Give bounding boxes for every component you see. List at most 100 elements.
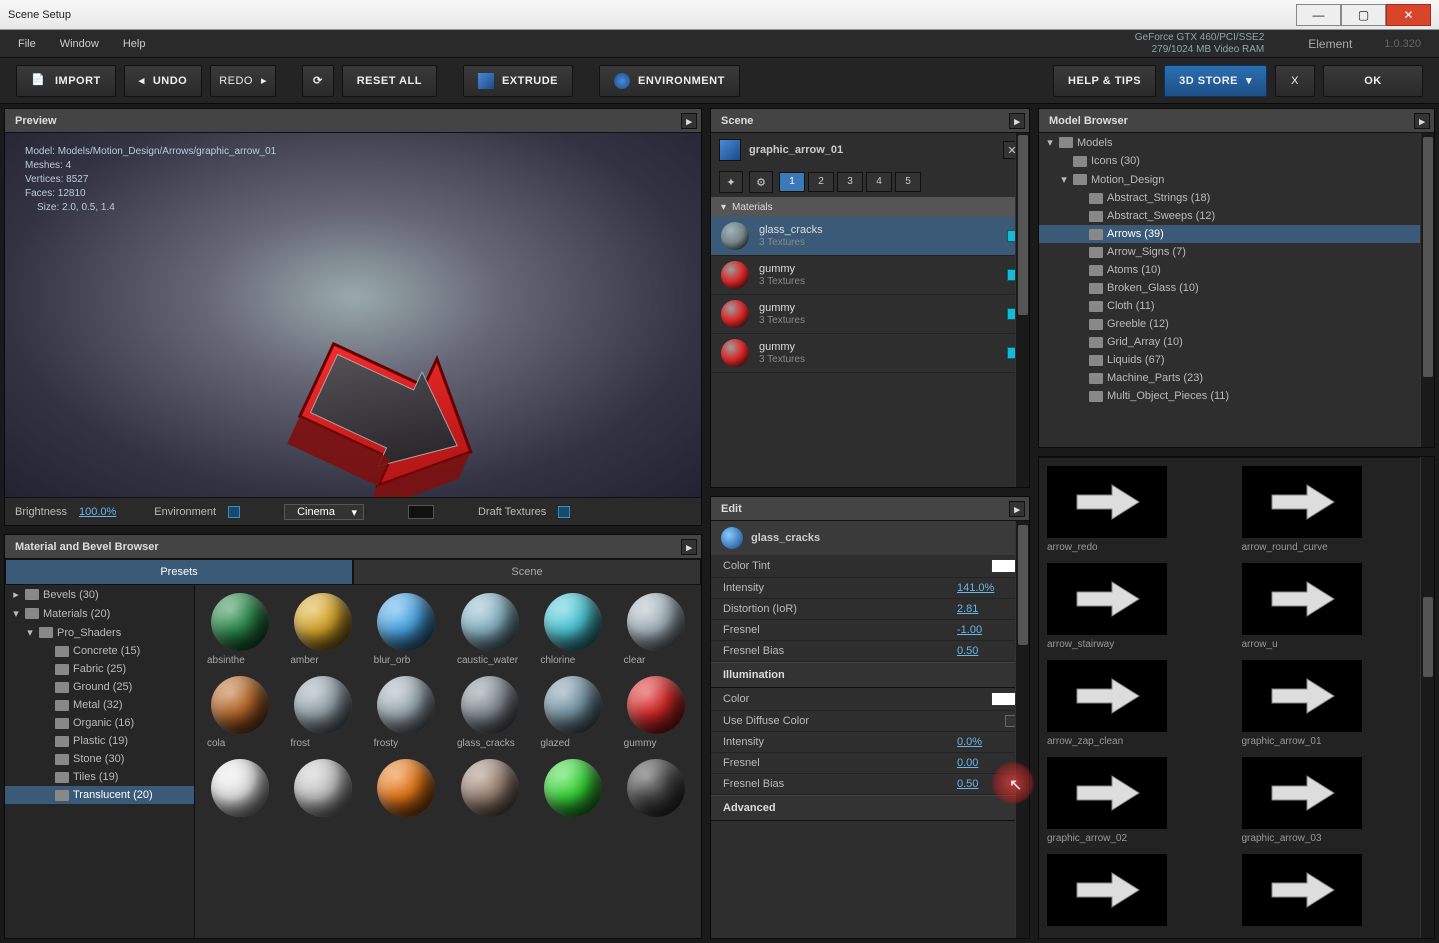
- material-grid[interactable]: absintheamberblur_orbcaustic_waterchlori…: [195, 585, 701, 938]
- model-tree-item[interactable]: ▾Models: [1039, 133, 1434, 152]
- panel-collapse-icon[interactable]: ▸: [681, 113, 697, 129]
- model-thumbnail[interactable]: graphic_arrow_03: [1242, 757, 1427, 844]
- model-thumbnail[interactable]: arrow_round_curve: [1242, 466, 1427, 553]
- color-swatch[interactable]: [991, 692, 1017, 706]
- model-tree-item[interactable]: Liquids (67): [1039, 351, 1434, 369]
- model-tree-item[interactable]: Broken_Glass (10): [1039, 279, 1434, 297]
- tree-item[interactable]: Metal (32): [5, 696, 194, 714]
- material-preset[interactable]: [286, 759, 359, 821]
- model-tree-item[interactable]: Multi_Object_Pieces (11): [1039, 387, 1434, 405]
- material-preset[interactable]: [203, 759, 276, 821]
- model-thumbnail[interactable]: graphic_arrow_02: [1047, 757, 1232, 844]
- group-button-2[interactable]: 2: [808, 172, 834, 192]
- material-tree[interactable]: ▸Bevels (30)▾Materials (20)▾Pro_ShadersC…: [5, 585, 195, 938]
- panel-collapse-icon[interactable]: ▸: [1009, 501, 1025, 517]
- scene-material-item[interactable]: gummy3 Textures: [711, 295, 1029, 334]
- draft-textures-checkbox[interactable]: [558, 506, 570, 518]
- tree-item[interactable]: Organic (16): [5, 714, 194, 732]
- preview-viewport[interactable]: Model: Models/Motion_Design/Arrows/graph…: [5, 133, 701, 497]
- material-preset[interactable]: chlorine: [536, 593, 609, 666]
- window-maximize-button[interactable]: ▢: [1341, 4, 1386, 26]
- model-tree-item[interactable]: Abstract_Sweeps (12): [1039, 207, 1434, 225]
- scene-tool-2-button[interactable]: ⚙: [749, 171, 773, 193]
- reset-all-button[interactable]: RESET ALL: [342, 65, 437, 97]
- advanced-section-header[interactable]: Advanced: [711, 795, 1029, 821]
- material-preset[interactable]: frosty: [370, 676, 443, 749]
- tree-item[interactable]: Plastic (19): [5, 732, 194, 750]
- reset-icon-button[interactable]: ⟳: [302, 65, 334, 97]
- scene-tool-1-button[interactable]: ✦: [719, 171, 743, 193]
- model-thumbnail[interactable]: arrow_stairway: [1047, 563, 1232, 650]
- scene-material-item[interactable]: glass_cracks3 Textures: [711, 217, 1029, 256]
- model-thumbnail[interactable]: [1242, 854, 1427, 930]
- group-button-5[interactable]: 5: [895, 172, 921, 192]
- material-preset[interactable]: [536, 759, 609, 821]
- redo-button[interactable]: REDO▸: [210, 65, 276, 97]
- material-preset[interactable]: gummy: [620, 676, 693, 749]
- model-tree[interactable]: ▾ModelsIcons (30)▾Motion_DesignAbstract_…: [1039, 133, 1434, 447]
- tree-item[interactable]: ▸Bevels (30): [5, 585, 194, 604]
- group-button-4[interactable]: 4: [866, 172, 892, 192]
- model-thumbnail[interactable]: arrow_u: [1242, 563, 1427, 650]
- brightness-value[interactable]: 100.0%: [79, 506, 116, 518]
- tab-scene[interactable]: Scene: [353, 559, 701, 585]
- x-button[interactable]: X: [1275, 65, 1315, 97]
- material-preset[interactable]: caustic_water: [453, 593, 526, 666]
- property-value[interactable]: 141.0%: [957, 582, 1017, 594]
- menu-help[interactable]: Help: [123, 38, 146, 50]
- tree-item[interactable]: Translucent (20): [5, 786, 194, 804]
- material-preset[interactable]: [453, 759, 526, 821]
- model-tree-item[interactable]: Atoms (10): [1039, 261, 1434, 279]
- menu-file[interactable]: File: [18, 38, 36, 50]
- panel-collapse-icon[interactable]: ▸: [1414, 113, 1430, 129]
- tree-item[interactable]: ▾Pro_Shaders: [5, 623, 194, 642]
- material-preset[interactable]: amber: [286, 593, 359, 666]
- environment-checkbox[interactable]: [228, 506, 240, 518]
- menu-window[interactable]: Window: [60, 38, 99, 50]
- extrude-button[interactable]: EXTRUDE: [463, 65, 573, 97]
- tree-item[interactable]: Fabric (25): [5, 660, 194, 678]
- illumination-section-header[interactable]: Illumination: [711, 662, 1029, 688]
- scene-material-item[interactable]: gummy3 Textures: [711, 334, 1029, 373]
- material-preset[interactable]: absinthe: [203, 593, 276, 666]
- color-swatch[interactable]: [991, 559, 1017, 573]
- 3d-store-button[interactable]: 3D STORE▾: [1164, 65, 1267, 97]
- material-preset[interactable]: [370, 759, 443, 821]
- window-minimize-button[interactable]: —: [1296, 4, 1341, 26]
- help-tips-button[interactable]: HELP & TIPS: [1053, 65, 1156, 97]
- tree-item[interactable]: Concrete (15): [5, 642, 194, 660]
- model-thumbnail-grid[interactable]: arrow_redoarrow_round_curvearrow_stairwa…: [1039, 457, 1434, 938]
- property-value[interactable]: 0.00: [957, 757, 1017, 769]
- tab-presets[interactable]: Presets: [5, 559, 353, 585]
- material-preset[interactable]: cola: [203, 676, 276, 749]
- scene-material-item[interactable]: gummy3 Textures: [711, 256, 1029, 295]
- model-tree-item[interactable]: ▾Motion_Design: [1039, 170, 1434, 189]
- material-preset[interactable]: blur_orb: [370, 593, 443, 666]
- property-value[interactable]: -1.00: [957, 624, 1017, 636]
- property-value[interactable]: 0.0%: [957, 736, 1017, 748]
- tree-item[interactable]: Tiles (19): [5, 768, 194, 786]
- panel-collapse-icon[interactable]: ▸: [681, 539, 697, 555]
- model-thumbnail[interactable]: arrow_zap_clean: [1047, 660, 1232, 747]
- material-preset[interactable]: frost: [286, 676, 359, 749]
- material-preset[interactable]: [620, 759, 693, 821]
- model-tree-item[interactable]: Grid_Array (10): [1039, 333, 1434, 351]
- tree-item[interactable]: Ground (25): [5, 678, 194, 696]
- import-button[interactable]: 📄IMPORT: [16, 65, 116, 97]
- material-preset[interactable]: clear: [620, 593, 693, 666]
- property-value[interactable]: 2.81: [957, 603, 1017, 615]
- model-thumbnail[interactable]: arrow_redo: [1047, 466, 1232, 553]
- model-tree-item[interactable]: Machine_Parts (23): [1039, 369, 1434, 387]
- property-value[interactable]: 0.50: [957, 778, 1017, 790]
- model-tree-item[interactable]: Cloth (11): [1039, 297, 1434, 315]
- render-mode-dropdown[interactable]: Cinema: [284, 504, 364, 520]
- panel-collapse-icon[interactable]: ▸: [1009, 113, 1025, 129]
- material-preset[interactable]: glass_cracks: [453, 676, 526, 749]
- group-button-3[interactable]: 3: [837, 172, 863, 192]
- ok-button[interactable]: OK: [1323, 65, 1423, 97]
- tree-item[interactable]: Stone (30): [5, 750, 194, 768]
- material-preset[interactable]: glazed: [536, 676, 609, 749]
- window-close-button[interactable]: ✕: [1386, 4, 1431, 26]
- property-value[interactable]: 0.50: [957, 645, 1017, 657]
- bg-color-swatch[interactable]: [408, 505, 434, 519]
